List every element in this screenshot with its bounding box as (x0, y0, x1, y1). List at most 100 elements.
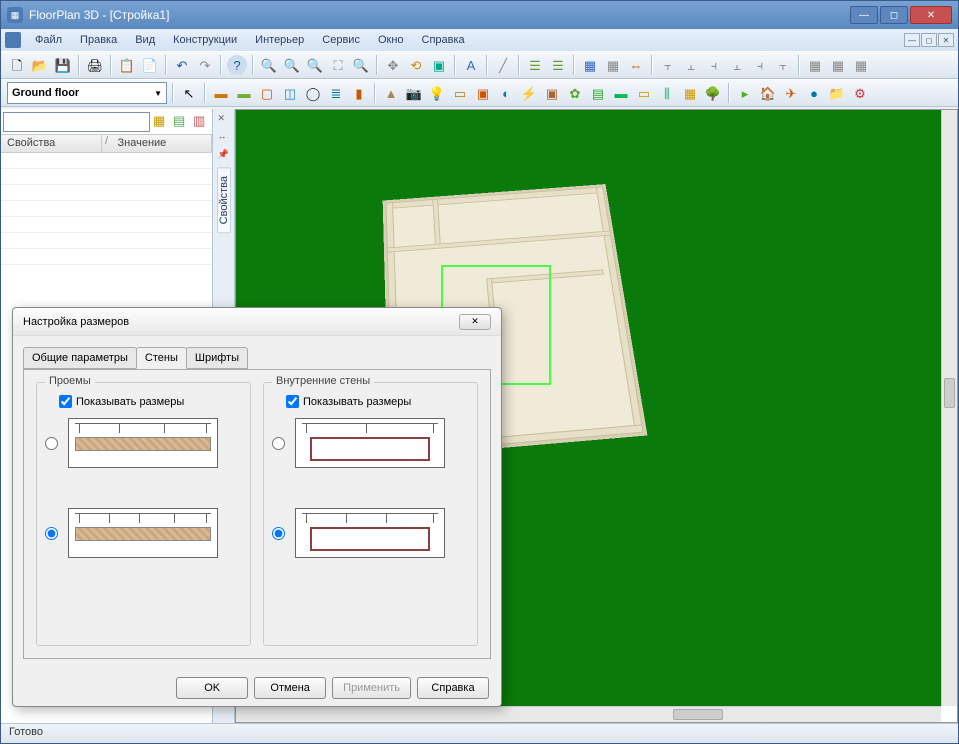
align-m-icon[interactable]: ⫞ (750, 55, 770, 75)
grid-icon[interactable]: ▦ (580, 55, 600, 75)
opening-icon[interactable]: ◯ (303, 83, 323, 103)
texture-icon[interactable]: ▤ (588, 83, 608, 103)
text-icon[interactable]: A (461, 55, 481, 75)
select-icon[interactable]: ↖ (179, 83, 199, 103)
furniture-icon[interactable]: ▭ (450, 83, 470, 103)
electric-icon[interactable]: ⚡ (519, 83, 539, 103)
roof-icon[interactable]: ▲ (381, 83, 401, 103)
menu-constructions[interactable]: Конструкции (165, 32, 245, 48)
wall2-icon[interactable]: ▬ (234, 83, 254, 103)
ungroup-icon[interactable]: ▦ (828, 55, 848, 75)
categorize-icon[interactable]: ▦ (152, 113, 170, 131)
menu-service[interactable]: Сервис (314, 32, 368, 48)
pin-icon[interactable]: 📌 (218, 149, 230, 161)
align-r-icon[interactable]: ⫞ (704, 55, 724, 75)
scrollbar-horizontal[interactable] (236, 706, 941, 722)
menu-interior[interactable]: Интерьер (247, 32, 312, 48)
dialog-titlebar[interactable]: Настройка размеров ✕ (13, 308, 501, 336)
settings-icon[interactable]: ⚙ (850, 83, 870, 103)
appliance-icon[interactable]: ▣ (473, 83, 493, 103)
tab-general[interactable]: Общие параметры (23, 347, 137, 369)
open-icon[interactable]: 📂 (30, 55, 50, 75)
align-l-icon[interactable]: ⫟ (658, 55, 678, 75)
openings-option-2[interactable] (45, 508, 242, 558)
inner-option-2[interactable] (272, 508, 469, 558)
col-value[interactable]: Значение (112, 135, 213, 152)
export-icon[interactable]: 📁 (827, 83, 847, 103)
zoom-out-icon[interactable]: 🔍 (282, 55, 302, 75)
fly-icon[interactable]: ✈ (781, 83, 801, 103)
tab-walls[interactable]: Стены (136, 347, 187, 369)
radio-input[interactable] (45, 437, 58, 450)
lock-icon[interactable]: ▦ (851, 55, 871, 75)
menu-file[interactable]: Файл (27, 32, 70, 48)
stairs-icon[interactable]: ≣ (326, 83, 346, 103)
fence-icon[interactable]: ⫼ (657, 83, 677, 103)
wall-icon[interactable]: ▬ (211, 83, 231, 103)
column-icon[interactable]: ▮ (349, 83, 369, 103)
menu-help[interactable]: Справка (414, 32, 473, 48)
menu-window[interactable]: Окно (370, 32, 412, 48)
radio-input[interactable] (45, 527, 58, 540)
inner-option-1[interactable] (272, 418, 469, 468)
record-icon[interactable]: ● (804, 83, 824, 103)
align-t-icon[interactable]: ⫠ (727, 55, 747, 75)
window-icon[interactable]: ◫ (280, 83, 300, 103)
maximize-button[interactable]: ◻ (880, 6, 908, 24)
save-icon[interactable]: 💾 (53, 55, 73, 75)
material-icon[interactable]: ▬ (611, 83, 631, 103)
rotate-icon[interactable]: ⟲ (406, 55, 426, 75)
menu-edit[interactable]: Правка (72, 32, 125, 48)
layers-icon[interactable]: ☰ (525, 55, 545, 75)
mdi-minimize[interactable]: — (904, 33, 920, 47)
align-c-icon[interactable]: ⫠ (681, 55, 701, 75)
align-b-icon[interactable]: ⫟ (773, 55, 793, 75)
fireplace-icon[interactable]: ▣ (542, 83, 562, 103)
titlebar[interactable]: ▦ FloorPlan 3D - [Стройка1] — ◻ ✕ (1, 1, 958, 29)
scrollbar-vertical[interactable] (941, 110, 957, 706)
floor-selector[interactable]: Ground floor ▼ (7, 82, 167, 104)
3d-icon[interactable]: ▣ (429, 55, 449, 75)
zoom-window-icon[interactable]: 🔍 (305, 55, 325, 75)
paste-icon[interactable]: 📄 (140, 55, 160, 75)
walk-icon[interactable]: 🏠 (758, 83, 778, 103)
radio-input[interactable] (272, 527, 285, 540)
expand-icon[interactable]: ↔ (218, 131, 230, 143)
tab-properties[interactable]: Свойства (217, 167, 231, 233)
snap-icon[interactable]: ▦ (603, 55, 623, 75)
camera-icon[interactable]: 📷 (404, 83, 424, 103)
properties-combo[interactable] (3, 112, 150, 132)
layers2-icon[interactable]: ☰ (548, 55, 568, 75)
help-button[interactable]: Справка (417, 677, 489, 699)
mdi-close[interactable]: ✕ (938, 33, 954, 47)
path-icon[interactable]: ▭ (634, 83, 654, 103)
close-panel-icon[interactable]: ✕ (218, 113, 230, 125)
zoom-in-icon[interactable]: 🔍 (259, 55, 279, 75)
group-icon[interactable]: ▦ (805, 55, 825, 75)
copy-icon[interactable]: 📋 (117, 55, 137, 75)
menu-view[interactable]: Вид (127, 32, 163, 48)
filter-icon[interactable]: ▥ (192, 113, 210, 131)
checkbox-show-dims-openings[interactable]: Показывать размеры (59, 395, 242, 408)
new-icon[interactable]: 🗋 (7, 55, 27, 75)
checkbox-input[interactable] (286, 395, 299, 408)
sort-icon[interactable]: ▤ (172, 113, 190, 131)
tab-fonts[interactable]: Шрифты (186, 347, 248, 369)
print-icon[interactable]: 🖨 (85, 55, 105, 75)
minimize-button[interactable]: — (850, 6, 878, 24)
checkbox-input[interactable] (59, 395, 72, 408)
help-icon[interactable]: ? (227, 55, 247, 75)
dialog-close-button[interactable]: ✕ (459, 314, 491, 330)
plumbing-icon[interactable]: ◐ (496, 83, 516, 103)
light-icon[interactable]: 💡 (427, 83, 447, 103)
pan-icon[interactable]: ✥ (383, 55, 403, 75)
undo-icon[interactable]: ↶ (172, 55, 192, 75)
col-properties[interactable]: Свойства (1, 135, 102, 152)
line-icon[interactable]: ╱ (493, 55, 513, 75)
close-button[interactable]: ✕ (910, 6, 952, 24)
terrain-icon[interactable]: ▦ (680, 83, 700, 103)
render-icon[interactable]: ▸ (735, 83, 755, 103)
apply-button[interactable]: Применить (332, 677, 411, 699)
zoom-fit-icon[interactable]: ⛶ (328, 55, 348, 75)
zoom-prev-icon[interactable]: 🔍 (351, 55, 371, 75)
